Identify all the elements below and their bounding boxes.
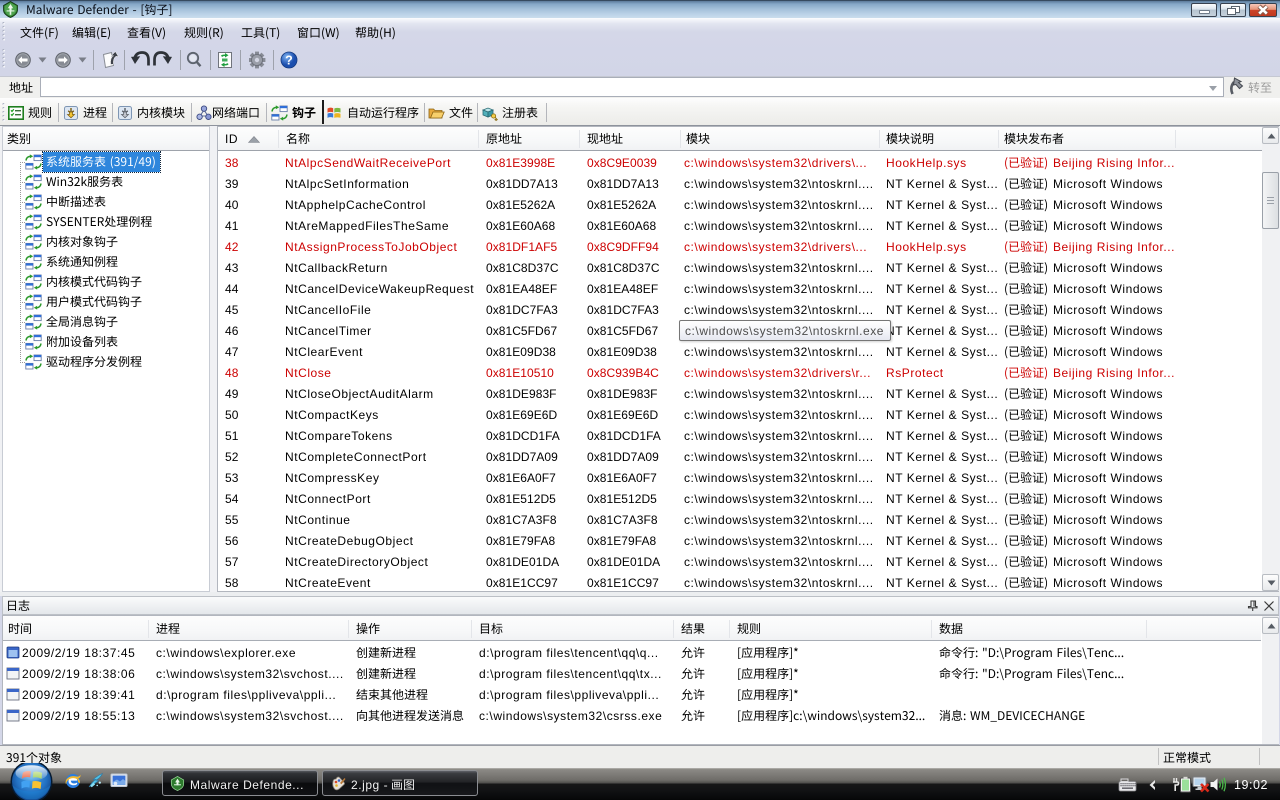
svg-text:?: ? <box>285 53 293 67</box>
